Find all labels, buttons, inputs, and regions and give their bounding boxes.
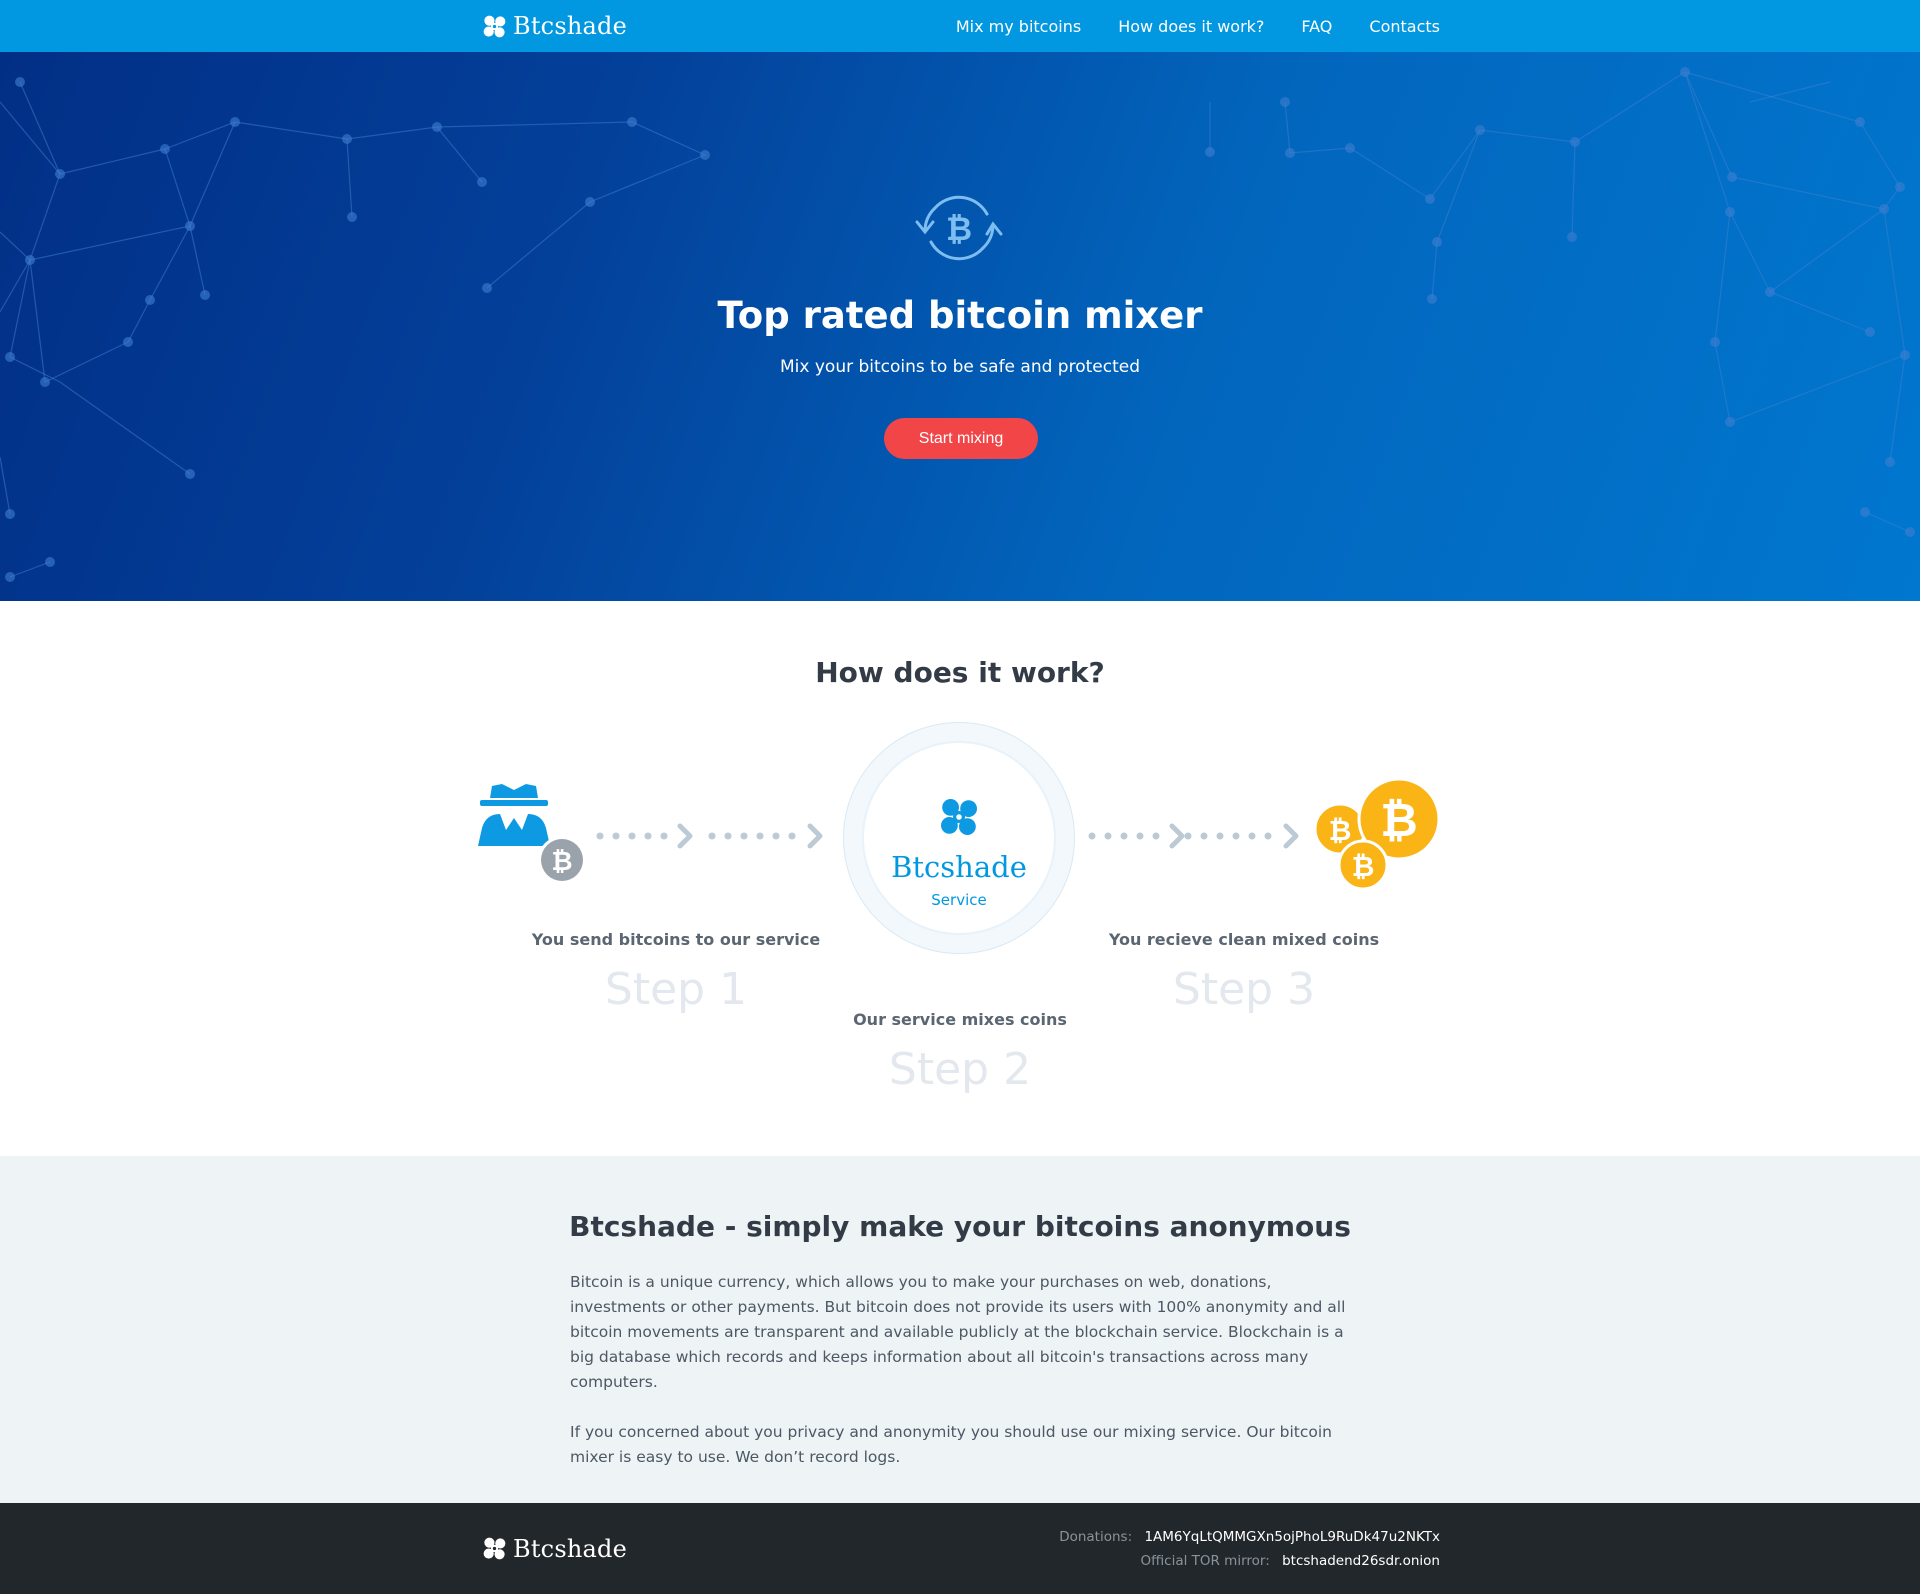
about-text: Bitcoin is a unique currency, which allo… bbox=[570, 1270, 1350, 1495]
hero-title: Top rated bitcoin mixer bbox=[717, 294, 1203, 337]
tor-mirror-label: Official TOR mirror: bbox=[1140, 1552, 1270, 1569]
hero-section: ₿ Top rated bitcoin mixer Mix your bitco… bbox=[0, 52, 1920, 601]
svg-text:₿: ₿ bbox=[551, 847, 572, 877]
brand-logo[interactable]: Btcshade bbox=[480, 12, 627, 41]
nav-item-mix-my-bitcoins[interactable]: Mix my bitcoins bbox=[956, 17, 1081, 36]
mixer-fan-icon bbox=[941, 799, 977, 835]
step-3-number: Step 3 bbox=[1172, 964, 1316, 1015]
step-2-caption: Our service mixes coins bbox=[853, 1010, 1067, 1029]
fan-logo-icon bbox=[483, 1537, 506, 1560]
bitcoin-coins-icon: ₿ ₿ ₿ bbox=[1313, 779, 1441, 891]
donations-address[interactable]: 1AM6YqLtQMMGXn5ojPhoL9RuDk47u2NKTx bbox=[1144, 1529, 1440, 1545]
start-mixing-button[interactable]: Start mixing bbox=[884, 418, 1038, 459]
dotted-arrow-2 bbox=[1088, 823, 1299, 849]
nav-item-contacts[interactable]: Contacts bbox=[1369, 17, 1440, 36]
hero-subtitle: Mix your bitcoins to be safe and protect… bbox=[780, 357, 1140, 377]
step-1-caption: You send bitcoins to our service bbox=[531, 930, 821, 949]
step-2-number: Step 2 bbox=[888, 1044, 1032, 1095]
about-paragraph-2: If you concerned about you privacy and a… bbox=[570, 1423, 1332, 1466]
about-title: Btcshade - simply make your bitcoins ano… bbox=[569, 1210, 1351, 1243]
service-brand-name: Btcshade bbox=[891, 850, 1027, 884]
top-navigation-bar: Btcshade Mix my bitcoins How does it wor… bbox=[0, 0, 1920, 52]
bitcoin-exchange-icon: ₿ bbox=[915, 195, 1003, 261]
fan-logo-icon bbox=[483, 15, 506, 37]
tor-mirror-link[interactable]: btcshadend26sdr.onion bbox=[1282, 1553, 1440, 1569]
service-label: Service bbox=[931, 891, 987, 909]
step-3-caption: You recieve clean mixed coins bbox=[1108, 930, 1380, 949]
svg-text:₿: ₿ bbox=[946, 210, 972, 248]
footer-info: Donations: 1AM6YqLtQMMGXn5ojPhoL9RuDk47u… bbox=[1059, 1525, 1440, 1573]
nav-item-how-does-it-work[interactable]: How does it work? bbox=[1118, 17, 1264, 36]
svg-text:₿: ₿ bbox=[1352, 850, 1375, 883]
donations-label: Donations: bbox=[1059, 1528, 1133, 1545]
footer-brand-name: Btcshade bbox=[513, 1534, 627, 1563]
how-section-title: How does it work? bbox=[815, 656, 1105, 689]
dotted-arrow-1 bbox=[596, 823, 823, 849]
svg-text:₿: ₿ bbox=[1329, 814, 1352, 847]
about-paragraph-1: Bitcoin is a unique currency, which allo… bbox=[570, 1273, 1346, 1391]
how-it-works-section: How does it work? ₿ Btcshade Service ₿ ₿… bbox=[0, 601, 1920, 1156]
footer-brand-logo[interactable]: Btcshade bbox=[480, 1534, 627, 1563]
footer: Btcshade Donations: 1AM6YqLtQMMGXn5ojPho… bbox=[0, 1503, 1920, 1594]
about-section: Btcshade - simply make your bitcoins ano… bbox=[0, 1156, 1920, 1503]
mixer-service-circle: Btcshade Service bbox=[843, 722, 1075, 954]
step-1-number: Step 1 bbox=[604, 964, 748, 1015]
brand-name: Btcshade bbox=[513, 12, 627, 40]
nav-item-faq[interactable]: FAQ bbox=[1301, 17, 1332, 36]
svg-text:₿: ₿ bbox=[1380, 793, 1418, 847]
main-nav: Mix my bitcoins How does it work? FAQ Co… bbox=[919, 17, 1440, 36]
anonymous-user-bitcoin-icon: ₿ bbox=[478, 784, 586, 884]
